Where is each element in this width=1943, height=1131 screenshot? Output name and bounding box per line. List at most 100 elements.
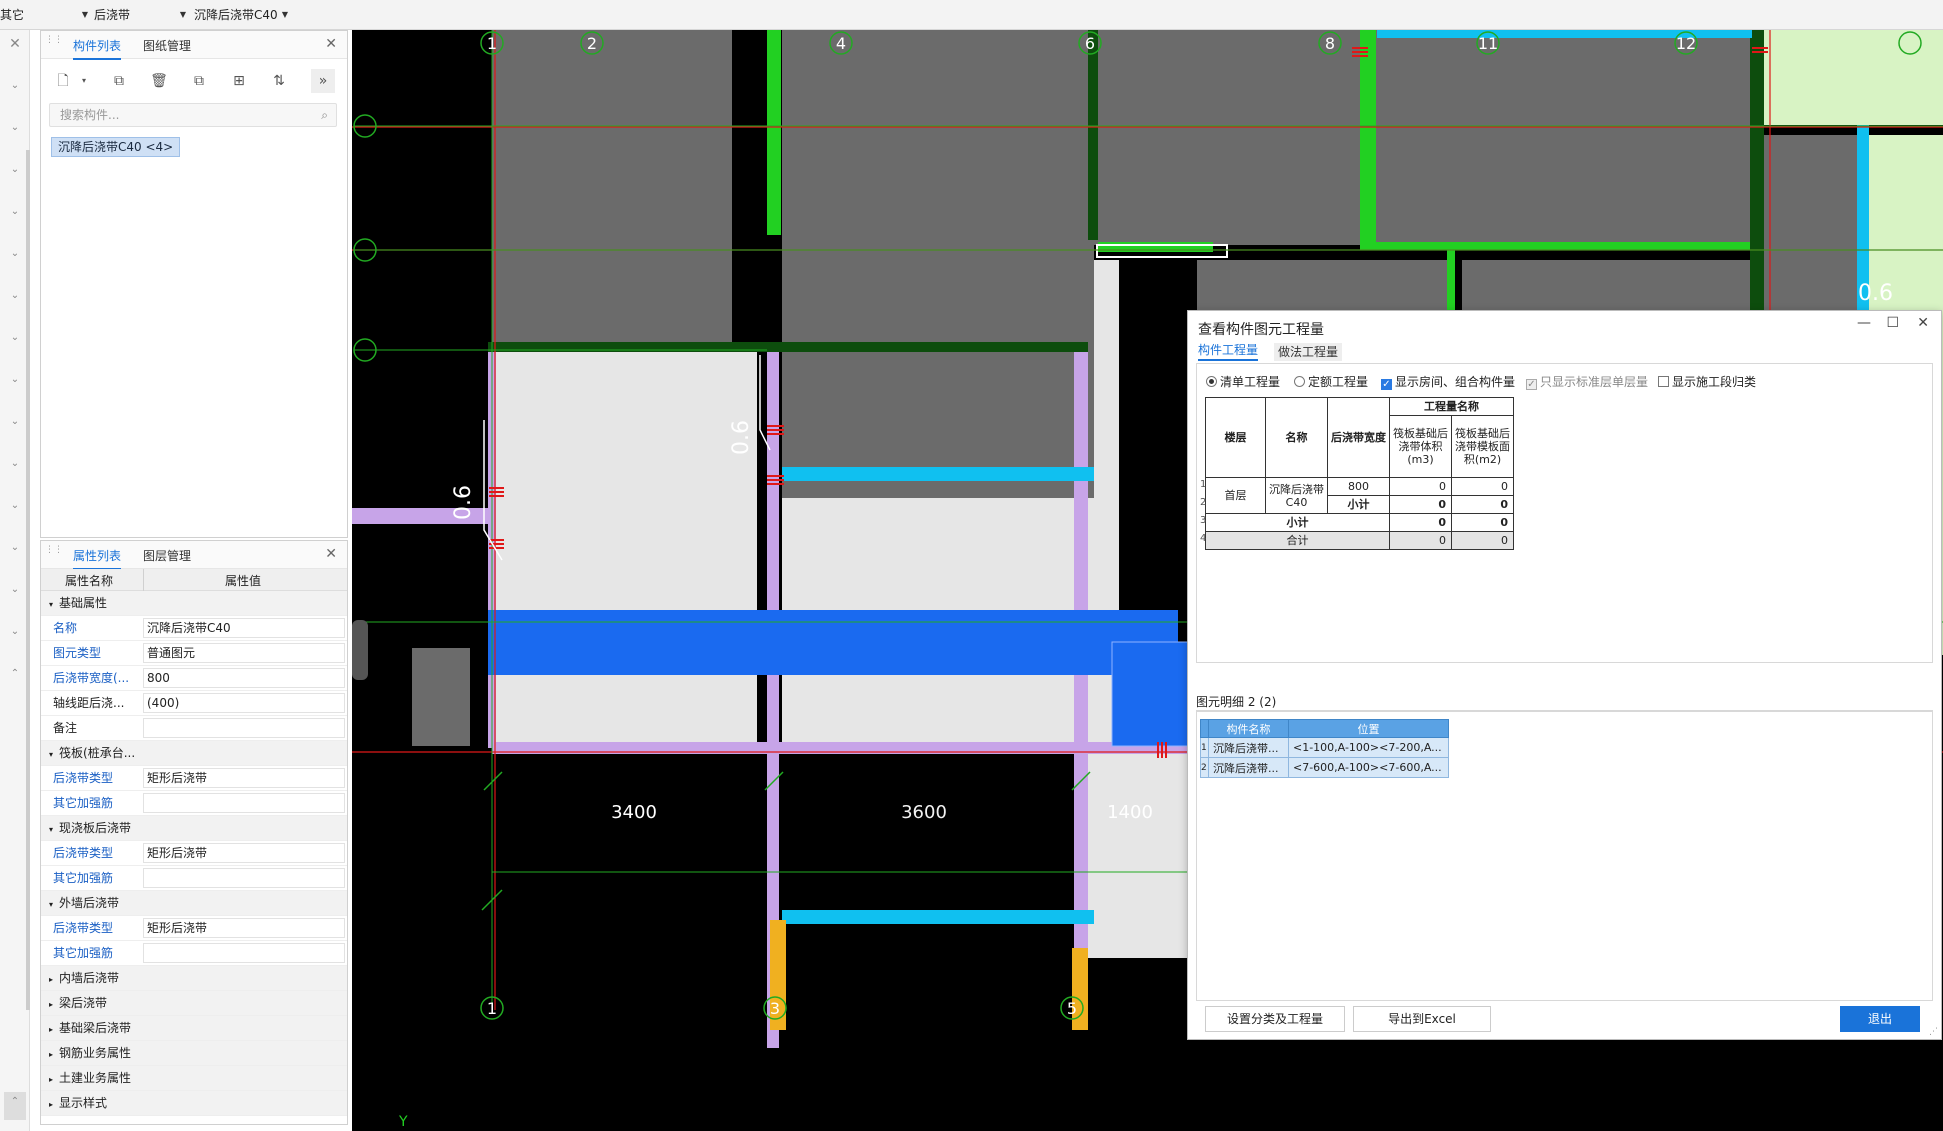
sort-icon[interactable]: ⇅ (267, 69, 291, 93)
slab[interactable] (782, 30, 1094, 348)
table-row[interactable]: 1 沉降后浇带... <1-100,A-100><7-200,A... (1200, 737, 1449, 758)
chevron-up-icon[interactable]: ⌃ (4, 1092, 26, 1120)
property-group[interactable]: ▾ 现浇板后浇带 (41, 816, 347, 841)
tab-component-quantity[interactable]: 构件工程量 (1198, 341, 1259, 361)
property-group[interactable]: ▸ 土建业务属性 (41, 1066, 347, 1091)
check-show-room[interactable]: ✓ 显示房间、组合构件量 (1381, 375, 1515, 390)
property-value-field[interactable] (143, 943, 345, 963)
chevron-down-icon[interactable]: ⌄ (4, 454, 26, 474)
slab[interactable] (1762, 135, 1857, 335)
property-group[interactable]: ▸ 基础梁后浇带 (41, 1016, 347, 1041)
canvas-collapse-handle[interactable] (352, 620, 368, 680)
close-icon[interactable]: ✕ (4, 34, 26, 54)
chevron-up-icon[interactable]: ⌃ (4, 664, 26, 684)
close-icon[interactable]: ✕ (1917, 315, 1929, 331)
property-row[interactable]: 后浇带宽度(... 800 (41, 666, 347, 691)
slab[interactable] (412, 648, 470, 746)
property-row[interactable]: 后浇带类型 矩形后浇带 (41, 766, 347, 791)
slab[interactable] (1092, 30, 1362, 245)
slab[interactable] (1502, 30, 1762, 245)
type-dropdown[interactable]: 后浇带 ▼ (94, 5, 186, 25)
property-row[interactable]: 备注 (41, 716, 347, 741)
property-row[interactable]: 其它加强筋 (41, 791, 347, 816)
property-value-field[interactable]: (400) (143, 693, 345, 713)
property-value-field[interactable] (143, 718, 345, 738)
cyan-strip[interactable] (782, 910, 1094, 924)
property-row[interactable]: 图元类型 普通图元 (41, 641, 347, 666)
grip-icon[interactable]: ⋮⋮ (45, 36, 63, 51)
chevron-down-icon[interactable]: ⌄ (4, 496, 26, 516)
light-slab[interactable] (492, 348, 757, 748)
post-cast-band[interactable] (1112, 642, 1192, 746)
beam[interactable] (1372, 242, 1762, 250)
chevron-down-icon[interactable]: ⌄ (4, 286, 26, 306)
property-value-field[interactable] (143, 868, 345, 888)
copy-icon[interactable]: ⧉ (107, 69, 131, 93)
cell-floor[interactable]: 首层 (1205, 477, 1266, 514)
beam[interactable] (1088, 30, 1098, 240)
close-icon[interactable]: ✕ (325, 36, 337, 52)
property-value-field[interactable]: 800 (143, 668, 345, 688)
chevron-down-icon[interactable]: ▾ (77, 69, 91, 93)
layer-copy-icon[interactable]: ⧉ (187, 69, 211, 93)
radio-bill-quantity[interactable]: 清单工程量 (1206, 375, 1280, 389)
tab-method-quantity[interactable]: 做法工程量 (1274, 343, 1343, 361)
property-row[interactable]: 其它加强筋 (41, 866, 347, 891)
resize-grip-icon[interactable]: ⋰ (1929, 1027, 1938, 1037)
chevron-down-icon[interactable]: ⌄ (4, 622, 26, 642)
property-value-field[interactable]: 普通图元 (143, 643, 345, 663)
property-row[interactable]: 名称 沉降后浇带C40 (41, 616, 347, 641)
property-group[interactable]: ▸ 梁后浇带 (41, 991, 347, 1016)
beam[interactable] (1750, 30, 1764, 340)
strip-scrollbar[interactable] (26, 150, 30, 1010)
slab[interactable] (1372, 30, 1502, 245)
search-input[interactable]: 搜索构件... ⌕ (49, 103, 337, 127)
close-icon[interactable]: ✕ (325, 546, 337, 562)
classify-button[interactable]: 设置分类及工程量 (1205, 1006, 1345, 1032)
chevron-down-icon[interactable]: ⌄ (4, 538, 26, 558)
cell-volume[interactable]: 0 (1389, 477, 1452, 496)
property-row[interactable]: 后浇带类型 矩形后浇带 (41, 841, 347, 866)
chevron-down-icon[interactable]: ⌄ (4, 370, 26, 390)
check-construction-section[interactable]: 显示施工段归类 (1658, 375, 1756, 389)
post-cast-band[interactable] (488, 610, 1178, 675)
property-value-field[interactable]: 矩形后浇带 (143, 768, 345, 788)
chevron-down-icon[interactable]: ⌄ (4, 160, 26, 180)
new-component-icon[interactable]: 🗋 (51, 69, 75, 93)
component-dropdown[interactable]: 沉降后浇带C40 ▼ (194, 5, 288, 25)
chevron-down-icon[interactable]: ⌄ (4, 244, 26, 264)
chevron-down-icon[interactable]: ⌄ (4, 580, 26, 600)
maximize-icon[interactable]: ☐ (1886, 315, 1899, 331)
cell-formwork[interactable]: 0 (1451, 477, 1514, 496)
category-dropdown[interactable]: 其它 ▼ (0, 5, 88, 25)
tab-property-list[interactable]: 属性列表 (73, 547, 122, 570)
chevron-down-icon[interactable]: ⌄ (4, 412, 26, 432)
filter-icon[interactable]: ⊞ (227, 69, 251, 93)
property-group[interactable]: ▾ 筏板(桩承台... (41, 741, 347, 766)
grip-icon[interactable]: ⋮⋮ (45, 546, 63, 561)
property-group[interactable]: ▸ 显示样式 (41, 1091, 347, 1116)
property-value-field[interactable] (143, 793, 345, 813)
property-group[interactable]: ▾ 基础属性 (41, 591, 347, 616)
table-row[interactable]: 2 沉降后浇带... <7-600,A-100><7-600,A... (1200, 757, 1449, 778)
list-item[interactable]: 沉降后浇带C40 <4> (51, 137, 181, 157)
property-row[interactable]: 后浇带类型 矩形后浇带 (41, 916, 347, 941)
radio-quota-quantity[interactable]: 定额工程量 (1294, 375, 1368, 389)
tab-component-list[interactable]: 构件列表 (73, 37, 122, 60)
property-value-field[interactable]: 沉降后浇带C40 (143, 618, 345, 638)
more-icon[interactable]: » (311, 69, 335, 93)
chevron-down-icon[interactable]: ⌄ (4, 118, 26, 138)
exit-button[interactable]: 退出 (1840, 1006, 1920, 1032)
tab-layer-manage[interactable]: 图层管理 (143, 547, 191, 564)
tab-drawing-manage[interactable]: 图纸管理 (143, 37, 191, 54)
cyan-strip[interactable] (782, 467, 1094, 481)
cell-width[interactable]: 800 (1327, 477, 1390, 496)
property-group[interactable]: ▸ 内墙后浇带 (41, 966, 347, 991)
property-row[interactable]: 轴线距后浇... (400) (41, 691, 347, 716)
chevron-down-icon[interactable]: ⌄ (4, 202, 26, 222)
slab[interactable] (492, 30, 732, 348)
delete-icon[interactable]: 🗑 (147, 69, 171, 93)
export-excel-button[interactable]: 导出到Excel (1353, 1006, 1491, 1032)
beam[interactable] (1360, 30, 1376, 250)
beam[interactable] (767, 30, 781, 235)
